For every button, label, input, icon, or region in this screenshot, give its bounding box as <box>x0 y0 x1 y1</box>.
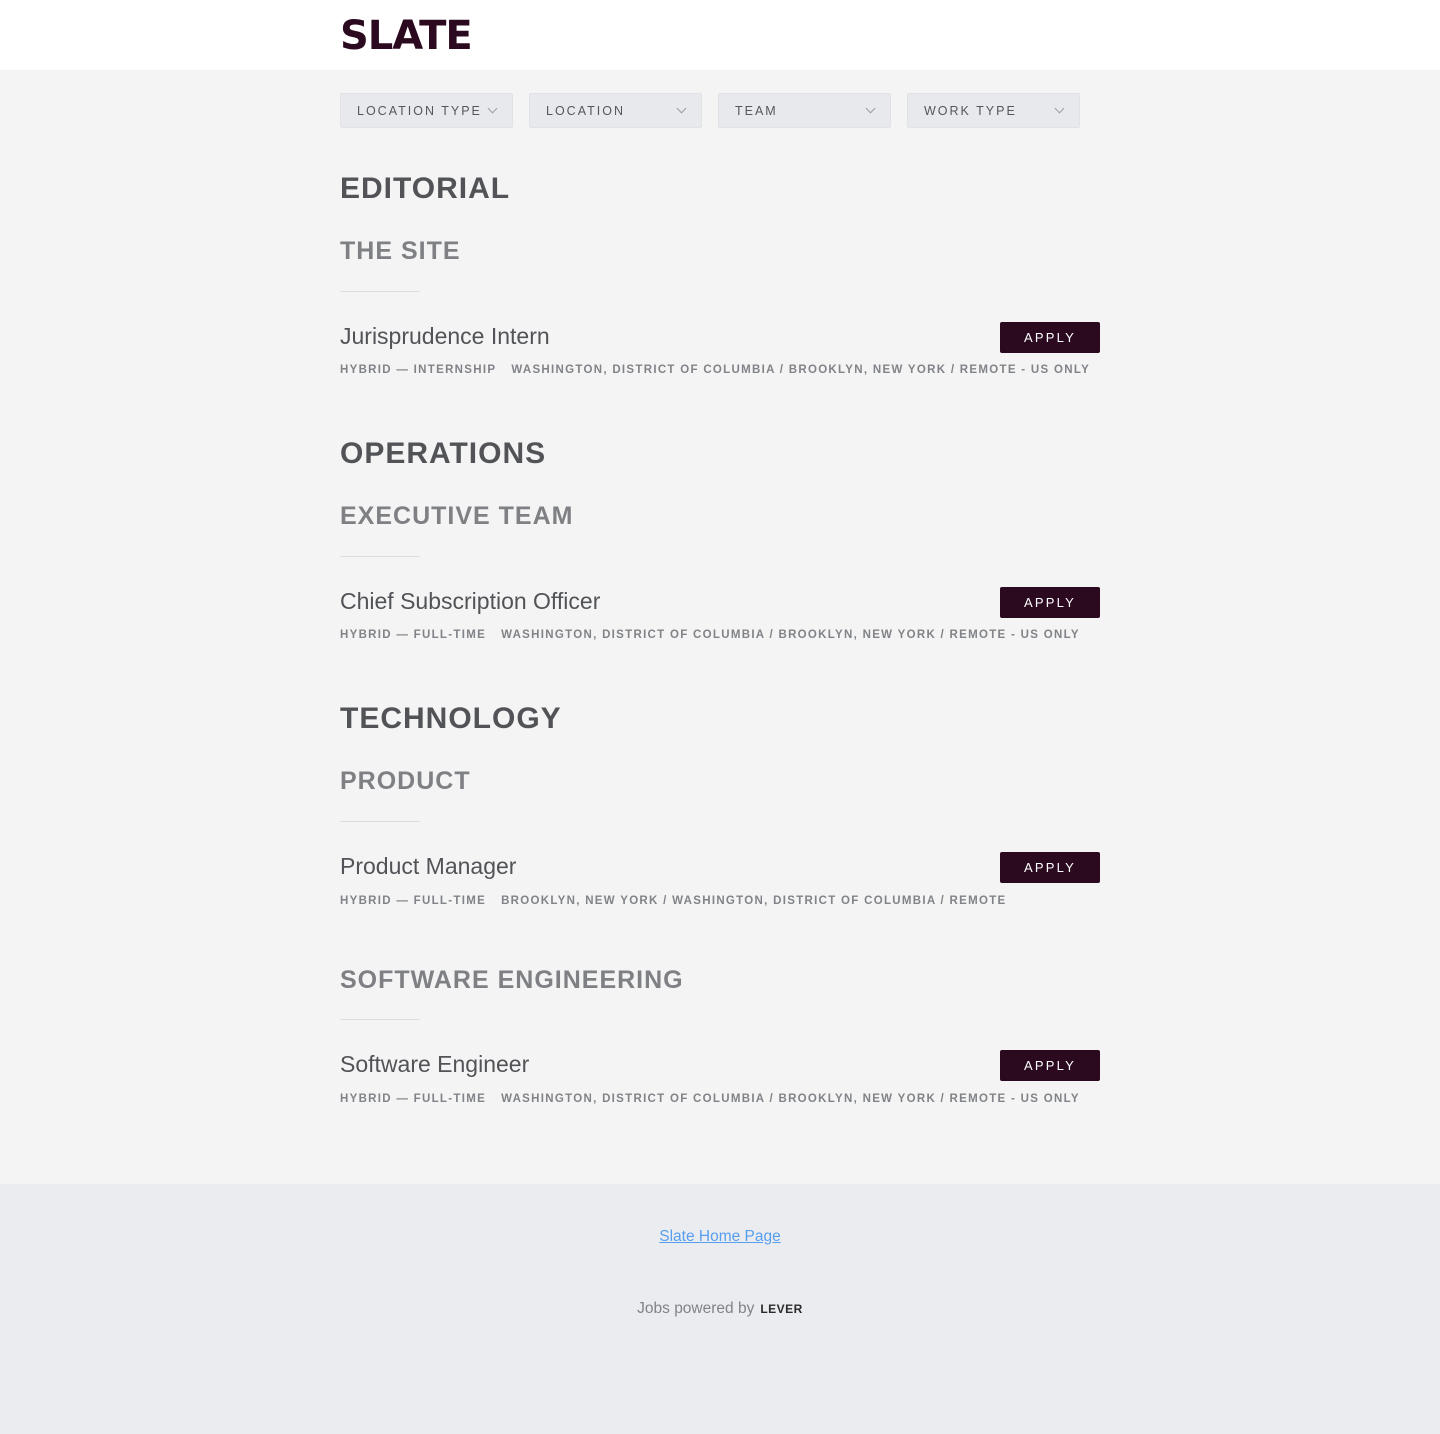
filter-bar: LOCATION TYPE LOCATION TEAM WORK TYPE <box>340 93 1080 128</box>
divider <box>340 291 420 292</box>
apply-button[interactable]: APPLY <box>1000 852 1100 883</box>
job-location: BROOKLYN, NEW YORK / WASHINGTON, DISTRIC… <box>501 895 1007 907</box>
job-location: WASHINGTON, DISTRICT OF COLUMBIA / BROOK… <box>511 364 1091 376</box>
apply-button[interactable]: APPLY <box>1000 322 1100 353</box>
chevron-down-icon <box>487 103 498 114</box>
chevron-down-icon <box>1054 103 1065 114</box>
powered-by: Jobs powered by LEVER <box>0 1300 1440 1318</box>
job-title-link[interactable]: Software Engineer <box>340 1050 529 1078</box>
home-link-wrap: Slate Home Page <box>0 1228 1440 1246</box>
filter-location-type[interactable]: LOCATION TYPE <box>340 93 513 128</box>
job-meta: HYBRID — FULL-TIME WASHINGTON, DISTRICT … <box>340 1092 1080 1106</box>
apply-button[interactable]: APPLY <box>1000 1050 1100 1081</box>
job-commitment: HYBRID — FULL-TIME <box>340 1093 487 1105</box>
team-heading: EXECUTIVE TEAM <box>340 502 574 530</box>
filter-label: LOCATION <box>546 103 625 118</box>
job-meta: HYBRID — FULL-TIME WASHINGTON, DISTRICT … <box>340 628 1080 642</box>
lever-logo[interactable]: LEVER <box>760 1302 803 1316</box>
filter-location[interactable]: LOCATION <box>529 93 702 128</box>
filter-team[interactable]: TEAM <box>718 93 891 128</box>
team-heading: PRODUCT <box>340 767 471 795</box>
apply-button[interactable]: APPLY <box>1000 587 1100 618</box>
filter-label: TEAM <box>735 103 778 118</box>
chevron-down-icon <box>676 103 687 114</box>
divider <box>340 1019 420 1020</box>
filter-work-type[interactable]: WORK TYPE <box>907 93 1080 128</box>
filter-label: LOCATION TYPE <box>357 103 482 118</box>
job-commitment: HYBRID — INTERNSHIP <box>340 364 497 376</box>
job-title-link[interactable]: Jurisprudence Intern <box>340 322 550 350</box>
divider <box>340 821 420 822</box>
slate-home-page-link[interactable]: Slate Home Page <box>659 1228 781 1245</box>
filter-label: WORK TYPE <box>924 103 1017 118</box>
job-title-link[interactable]: Chief Subscription Officer <box>340 587 600 615</box>
department-heading: EDITORIAL <box>340 172 511 205</box>
department-heading: TECHNOLOGY <box>340 702 562 735</box>
site-header: SLATE <box>0 0 1440 70</box>
job-meta: HYBRID — FULL-TIME BROOKLYN, NEW YORK / … <box>340 894 1007 908</box>
job-title-link[interactable]: Product Manager <box>340 852 516 880</box>
team-heading: THE SITE <box>340 237 461 265</box>
job-commitment: HYBRID — FULL-TIME <box>340 895 487 907</box>
slate-logo[interactable]: SLATE <box>340 13 473 59</box>
job-location: WASHINGTON, DISTRICT OF COLUMBIA / BROOK… <box>501 629 1080 641</box>
powered-by-text: Jobs powered by <box>637 1300 755 1317</box>
chevron-down-icon <box>865 103 876 114</box>
job-commitment: HYBRID — FULL-TIME <box>340 629 487 641</box>
page-footer: Slate Home Page Jobs powered by LEVER <box>0 1184 1440 1434</box>
job-location: WASHINGTON, DISTRICT OF COLUMBIA / BROOK… <box>501 1093 1080 1105</box>
department-heading: OPERATIONS <box>340 437 547 470</box>
job-meta: HYBRID — INTERNSHIP WASHINGTON, DISTRICT… <box>340 363 1090 377</box>
team-heading: SOFTWARE ENGINEERING <box>340 966 684 994</box>
divider <box>340 556 420 557</box>
